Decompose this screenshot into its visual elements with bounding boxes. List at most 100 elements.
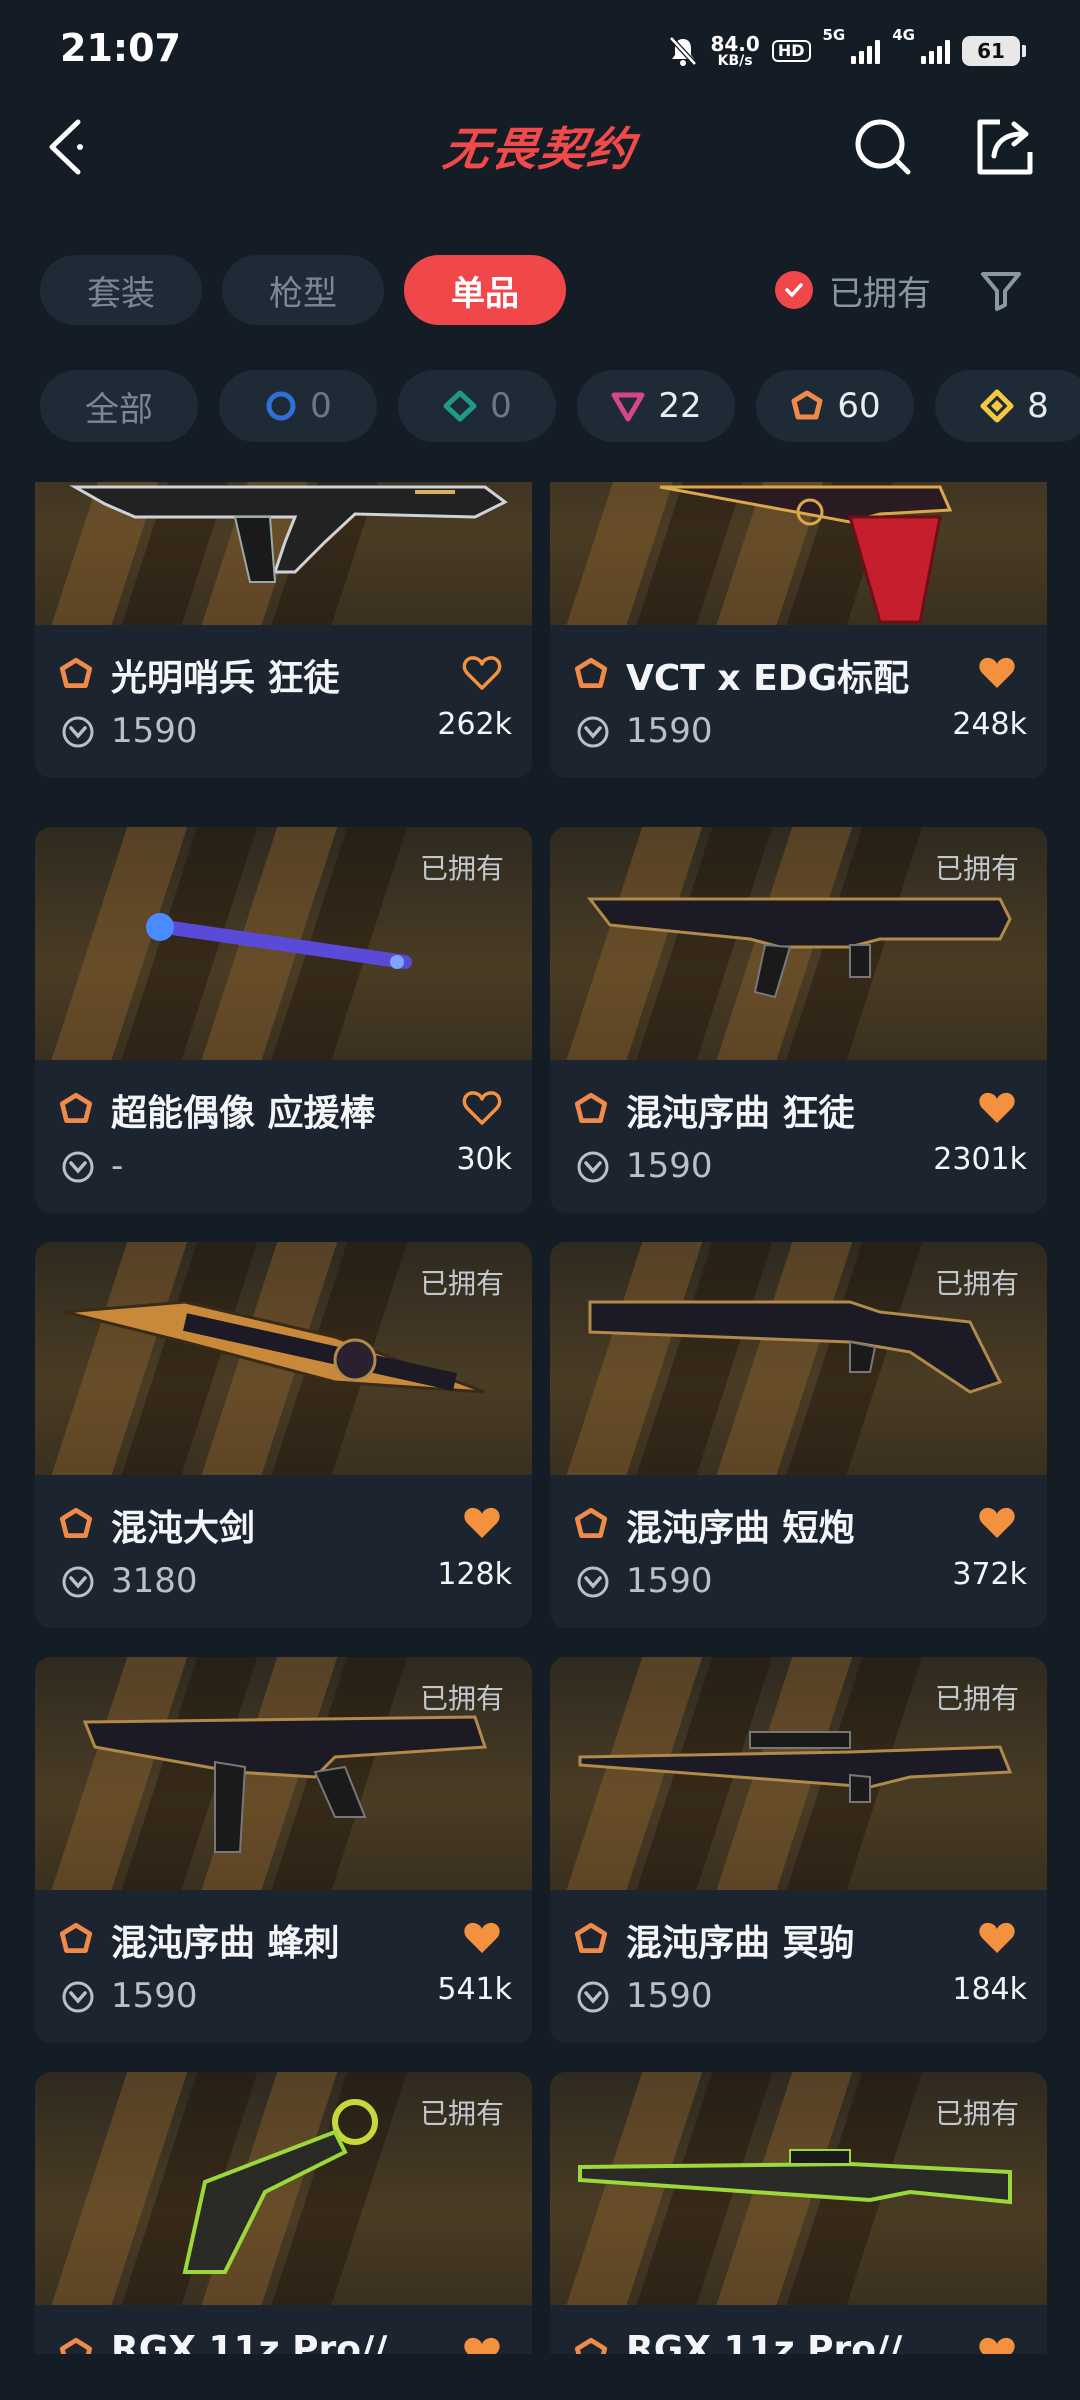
like-count: 248k — [952, 707, 1027, 742]
chip-all[interactable]: 全部 — [40, 370, 198, 442]
skin-info: 混沌序曲 蜂刺 1590 541k — [35, 1890, 532, 2043]
skin-image: 已拥有 — [550, 827, 1047, 1060]
skin-image: 已拥有 — [35, 1242, 532, 1475]
skin-name: 混沌序曲 蜂刺 — [111, 1923, 340, 1964]
skin-info: 混沌序曲 冥驹 1590 184k — [550, 1890, 1047, 2043]
heart-filled-icon[interactable] — [977, 1090, 1017, 1126]
filter-funnel-icon[interactable] — [978, 267, 1024, 313]
skin-card[interactable]: 已拥有 混沌序曲 蜂刺 1590 541k — [35, 1657, 532, 2043]
skin-image: 已拥有 — [35, 827, 532, 1060]
chip-select-tier[interactable]: 0 — [219, 370, 377, 442]
skin-info: RGX 11z Pro//... — [550, 2305, 1047, 2354]
heart-filled-icon[interactable] — [977, 655, 1017, 691]
skin-image: 已拥有 — [35, 1657, 532, 1890]
tab-bundles[interactable]: 套装 — [40, 255, 202, 325]
exclusive-tier-icon — [59, 2337, 93, 2354]
skin-name: RGX 11z Pro//... — [626, 2329, 944, 2354]
vp-currency-icon — [577, 1981, 609, 2013]
sim1-label: 5G — [822, 26, 846, 44]
owned-filter-label: 已拥有 — [829, 273, 931, 314]
like-count: 541k — [437, 1972, 512, 2007]
chevron-left-icon[interactable] — [40, 112, 90, 182]
skin-card[interactable]: 已拥有 混沌序曲 短炮 1590 372k — [550, 1242, 1047, 1628]
category-tabs: 套装 枪型 单品 已拥有 — [0, 255, 1080, 327]
signal-icon — [921, 38, 950, 64]
exclusive-tier-icon — [574, 2337, 608, 2354]
skin-card[interactable]: 已拥有 RGX 11z Pro//... — [35, 2072, 532, 2354]
app-logo: 无畏契约 — [439, 122, 640, 176]
ultra-tier-icon — [980, 389, 1014, 423]
net-speed: 84.0 KB/s — [710, 32, 760, 69]
heart-filled-icon[interactable] — [977, 1920, 1017, 1956]
chip-ultra-tier[interactable]: 8 — [935, 370, 1080, 442]
chip-deluxe-tier[interactable]: 0 — [398, 370, 556, 442]
skin-image: 已拥有 — [550, 1657, 1047, 1890]
skin-name: 混沌大剑 — [111, 1508, 256, 1549]
vp-currency-icon — [577, 1566, 609, 1598]
skin-price: - — [111, 1146, 124, 1186]
skin-name: VCT x EDG标配 — [626, 658, 910, 699]
signal-icon — [851, 38, 881, 64]
exclusive-tier-icon — [59, 657, 93, 688]
check-icon — [775, 271, 813, 309]
exclusive-tier-icon — [59, 1092, 93, 1123]
skin-card[interactable]: 已拥有 混沌序曲 狂徒 1590 2301k — [550, 827, 1047, 1213]
heart-filled-icon[interactable] — [977, 1505, 1017, 1541]
skin-info: RGX 11z Pro//... — [35, 2305, 532, 2354]
owned-tag: 已拥有 — [419, 1682, 504, 1715]
owned-tag: 已拥有 — [419, 2097, 504, 2130]
status-time: 21:07 — [60, 26, 181, 70]
tab-single-items[interactable]: 单品 — [404, 255, 566, 325]
like-count: 262k — [437, 707, 512, 742]
chip-premium-tier[interactable]: 22 — [577, 370, 735, 442]
heart-filled-icon[interactable] — [462, 2335, 502, 2354]
heart-outline-icon[interactable] — [462, 1090, 502, 1126]
vp-currency-icon — [577, 1151, 609, 1183]
heart-outline-icon[interactable] — [462, 655, 502, 691]
heart-filled-icon[interactable] — [977, 2335, 1017, 2354]
skin-image: 已拥有 — [550, 1242, 1047, 1475]
premium-tier-icon — [611, 392, 645, 422]
share-icon[interactable] — [970, 112, 1040, 182]
owned-filter-toggle[interactable]: 已拥有 — [775, 255, 931, 325]
skin-price: 1590 — [111, 1976, 198, 2016]
skin-name: RGX 11z Pro//... — [111, 2329, 429, 2354]
skin-card[interactable]: 已拥有 超能偶像 应援棒 - 30k — [35, 827, 532, 1213]
skin-card[interactable]: 已拥有 RGX 11z Pro//... — [550, 2072, 1047, 2354]
skin-price: 1590 — [626, 1146, 713, 1186]
tab-weapon-types[interactable]: 枪型 — [222, 255, 384, 325]
deluxe-tier-icon — [443, 390, 477, 422]
skin-price: 1590 — [626, 1561, 713, 1601]
skin-info: 光明哨兵 狂徒 1590 262k — [35, 625, 532, 778]
status-icons: 84.0 KB/s HD 5G 4G 61 — [668, 26, 1026, 74]
heart-filled-icon[interactable] — [462, 1920, 502, 1956]
skin-name: 混沌序曲 冥驹 — [626, 1923, 855, 1964]
skin-card[interactable]: VCT x EDG标配 1590 248k — [550, 482, 1047, 778]
skin-price: 1590 — [111, 711, 198, 751]
exclusive-tier-icon — [574, 1922, 608, 1953]
owned-tag: 已拥有 — [419, 1267, 504, 1300]
skin-info: 混沌序曲 狂徒 1590 2301k — [550, 1060, 1047, 1213]
exclusive-tier-icon — [574, 657, 608, 688]
mute-bell-icon — [669, 36, 698, 66]
battery-icon: 61 — [962, 36, 1026, 66]
owned-tag: 已拥有 — [934, 1682, 1019, 1715]
heart-filled-icon[interactable] — [462, 1505, 502, 1541]
chip-exclusive-tier[interactable]: 60 — [756, 370, 914, 442]
skin-name: 混沌序曲 狂徒 — [626, 1093, 855, 1134]
search-icon[interactable] — [848, 112, 918, 182]
skin-price: 1590 — [626, 1976, 713, 2016]
vp-currency-icon — [62, 1151, 94, 1183]
exclusive-tier-icon — [791, 390, 823, 420]
vp-currency-icon — [62, 716, 94, 748]
skin-card[interactable]: 光明哨兵 狂徒 1590 262k — [35, 482, 532, 778]
skin-card[interactable]: 已拥有 混沌大剑 3180 128k — [35, 1242, 532, 1628]
vp-currency-icon — [62, 1566, 94, 1598]
exclusive-tier-icon — [59, 1922, 93, 1953]
skin-image — [550, 482, 1047, 625]
owned-tag: 已拥有 — [934, 2097, 1019, 2130]
owned-tag: 已拥有 — [419, 852, 504, 885]
exclusive-tier-icon — [574, 1092, 608, 1123]
rifle-skin-image — [69, 485, 508, 583]
skin-card[interactable]: 已拥有 混沌序曲 冥驹 1590 184k — [550, 1657, 1047, 2043]
